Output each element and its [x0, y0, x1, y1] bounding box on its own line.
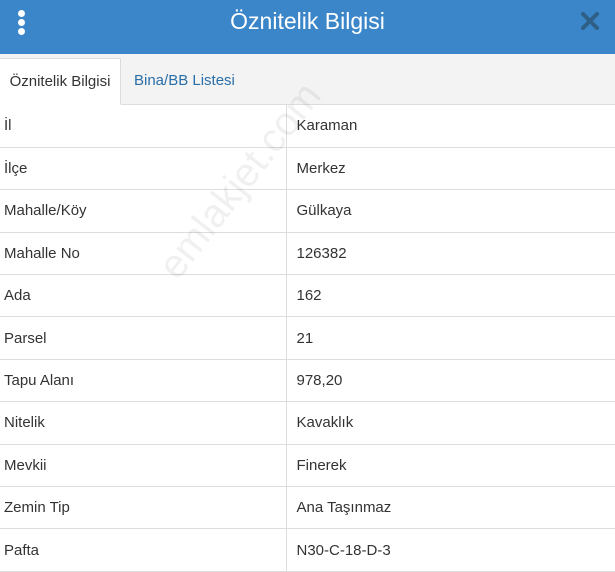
row-value: Karaman	[286, 105, 615, 148]
row-key: Nitelik	[0, 401, 287, 445]
table-row: İlçe Merkez	[0, 147, 615, 191]
tab-bar: Öznitelik Bilgisi Bina/BB Listesi	[0, 54, 615, 105]
table-row: Tapu Alanı 978,20	[0, 359, 615, 403]
table-row: Parsel 21	[0, 316, 615, 360]
row-key: İl	[0, 105, 287, 148]
table-row: Mahalle/Köy Gülkaya	[0, 189, 615, 233]
row-value: 978,20	[286, 359, 615, 403]
close-icon[interactable]	[578, 9, 602, 33]
table-row: Nitelik Kavaklık	[0, 401, 615, 445]
dialog-header: Öznitelik Bilgisi	[0, 0, 615, 54]
row-value: Merkez	[286, 147, 615, 191]
row-key: İlçe	[0, 147, 287, 191]
row-key: Zemin Tip	[0, 486, 287, 530]
table-row: İl Karaman	[0, 105, 615, 148]
row-value: Gülkaya	[286, 189, 615, 233]
row-value: Kavaklık	[286, 401, 615, 445]
row-key: Ada	[0, 274, 287, 318]
tab-oznitelik-bilgisi[interactable]: Öznitelik Bilgisi	[0, 58, 121, 105]
row-value: 162	[286, 274, 615, 318]
row-value: Ana Taşınmaz	[286, 486, 615, 530]
row-value: 21	[286, 316, 615, 360]
row-key: Parsel	[0, 316, 287, 360]
row-value: Finerek	[286, 444, 615, 488]
table-row: Mevkii Finerek	[0, 444, 615, 488]
row-key: Mevkii	[0, 444, 287, 488]
tab-bina-bb-listesi[interactable]: Bina/BB Listesi	[134, 58, 235, 105]
table-row: Zemin Tip Ana Taşınmaz	[0, 486, 615, 530]
dialog-title: Öznitelik Bilgisi	[230, 8, 385, 34]
attribute-table: İl Karaman İlçe Merkez Mahalle/Köy Gülka…	[0, 105, 615, 572]
table-row: Ada 162	[0, 274, 615, 318]
table-row: Mahalle No 126382	[0, 232, 615, 276]
row-key: Pafta	[0, 528, 287, 572]
row-key: Mahalle/Köy	[0, 189, 287, 233]
table-row: Pafta N30-C-18-D-3	[0, 528, 615, 572]
row-key: Mahalle No	[0, 232, 287, 276]
row-key: Tapu Alanı	[0, 359, 287, 403]
row-value: N30-C-18-D-3	[286, 528, 615, 572]
row-value: 126382	[286, 232, 615, 276]
